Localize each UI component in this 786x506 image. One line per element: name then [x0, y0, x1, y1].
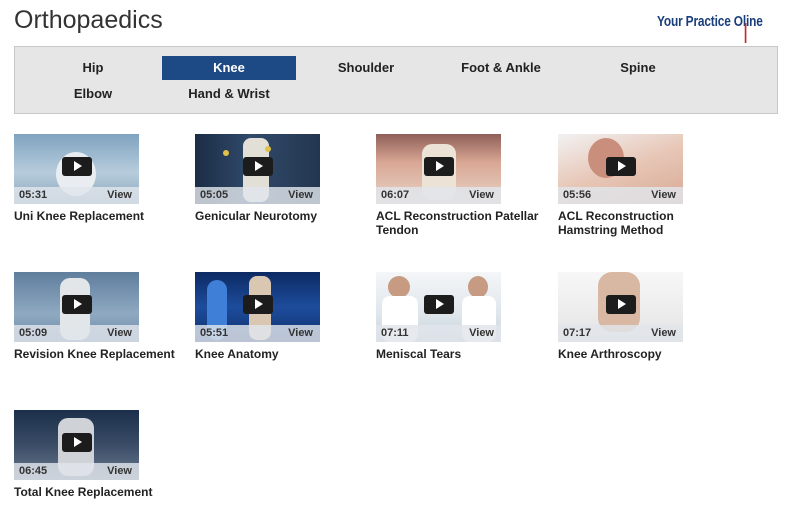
video-info-bar: 05:05 View: [195, 187, 320, 204]
site-logo[interactable]: Your Practice Oline: [657, 14, 763, 43]
video-card[interactable]: 05:31 View Uni Knee Replacement: [14, 134, 184, 223]
video-duration: 06:07: [381, 189, 410, 201]
video-thumbnail[interactable]: 05:31 View: [14, 134, 139, 204]
view-link[interactable]: View: [107, 327, 132, 339]
play-icon[interactable]: [242, 157, 273, 176]
video-info-bar: 05:56 View: [558, 187, 683, 204]
video-duration: 05:31: [19, 189, 48, 201]
video-info-bar: 07:17 View: [558, 325, 683, 342]
play-icon[interactable]: [423, 295, 454, 314]
video-title[interactable]: Meniscal Tears: [376, 347, 546, 361]
tab-knee[interactable]: Knee: [162, 56, 296, 80]
tab-elbow[interactable]: Elbow: [57, 82, 129, 106]
play-icon[interactable]: [61, 295, 92, 314]
video-card[interactable]: 05:09 View Revision Knee Replacement: [14, 272, 184, 361]
view-link[interactable]: View: [651, 189, 676, 201]
video-card[interactable]: 07:11 View Meniscal Tears: [376, 272, 546, 361]
video-title[interactable]: Total Knee Replacement: [14, 485, 184, 499]
video-duration: 05:09: [19, 327, 48, 339]
video-title[interactable]: ACL Reconstruction Hamstring Method: [558, 209, 728, 237]
video-card[interactable]: 06:45 View Total Knee Replacement: [14, 410, 184, 499]
video-title[interactable]: Genicular Neurotomy: [195, 209, 365, 223]
view-link[interactable]: View: [288, 189, 313, 201]
video-duration: 07:17: [563, 327, 592, 339]
view-link[interactable]: View: [651, 327, 676, 339]
video-card[interactable]: 05:51 View Knee Anatomy: [195, 272, 365, 361]
tab-shoulder[interactable]: Shoulder: [320, 56, 412, 80]
video-thumbnail[interactable]: 05:56 View: [558, 134, 683, 204]
video-thumbnail[interactable]: 06:07 View: [376, 134, 501, 204]
video-info-bar: 06:45 View: [14, 463, 139, 480]
tab-foot-ankle[interactable]: Foot & Ankle: [451, 56, 551, 80]
tab-hip[interactable]: Hip: [57, 56, 129, 80]
video-duration: 05:51: [200, 327, 229, 339]
video-info-bar: 05:51 View: [195, 325, 320, 342]
video-info-bar: 07:11 View: [376, 325, 501, 342]
page-title: Orthopaedics: [14, 6, 163, 34]
play-icon[interactable]: [605, 295, 636, 314]
video-duration: 05:56: [563, 189, 592, 201]
video-card[interactable]: 06:07 View ACL Reconstruction Patellar Te…: [376, 134, 546, 237]
view-link[interactable]: View: [107, 189, 132, 201]
video-thumbnail[interactable]: 05:09 View: [14, 272, 139, 342]
video-info-bar: 05:09 View: [14, 325, 139, 342]
video-title[interactable]: Revision Knee Replacement: [14, 347, 184, 361]
tab-spine[interactable]: Spine: [603, 56, 673, 80]
video-thumbnail[interactable]: 05:51 View: [195, 272, 320, 342]
logo-text-a: Your Practice O: [657, 14, 743, 30]
video-thumbnail[interactable]: 06:45 View: [14, 410, 139, 480]
video-card[interactable]: 07:17 View Knee Arthroscopy: [558, 272, 728, 361]
view-link[interactable]: View: [107, 465, 132, 477]
view-link[interactable]: View: [288, 327, 313, 339]
video-card[interactable]: 05:05 View Genicular Neurotomy: [195, 134, 365, 223]
video-info-bar: 06:07 View: [376, 187, 501, 204]
video-title[interactable]: Knee Arthroscopy: [558, 347, 728, 361]
video-thumbnail[interactable]: 05:05 View: [195, 134, 320, 204]
play-icon[interactable]: [61, 157, 92, 176]
play-icon[interactable]: [61, 433, 92, 452]
video-title[interactable]: Knee Anatomy: [195, 347, 365, 361]
view-link[interactable]: View: [469, 327, 494, 339]
play-icon[interactable]: [423, 157, 454, 176]
view-link[interactable]: View: [469, 189, 494, 201]
video-title[interactable]: ACL Reconstruction Patellar Tendon: [376, 209, 546, 237]
video-thumbnail[interactable]: 07:11 View: [376, 272, 501, 342]
video-title[interactable]: Uni Knee Replacement: [14, 209, 184, 223]
video-duration: 07:11: [381, 327, 409, 339]
category-tabs: Hip Knee Shoulder Foot & Ankle Spine Elb…: [14, 46, 778, 114]
play-icon[interactable]: [242, 295, 273, 314]
play-icon[interactable]: [605, 157, 636, 176]
tab-hand-wrist[interactable]: Hand & Wrist: [175, 82, 283, 106]
video-duration: 06:45: [19, 465, 48, 477]
video-duration: 05:05: [200, 189, 229, 201]
video-info-bar: 05:31 View: [14, 187, 139, 204]
video-thumbnail[interactable]: 07:17 View: [558, 272, 683, 342]
video-card[interactable]: 05:56 View ACL Reconstruction Hamstring M…: [558, 134, 728, 237]
